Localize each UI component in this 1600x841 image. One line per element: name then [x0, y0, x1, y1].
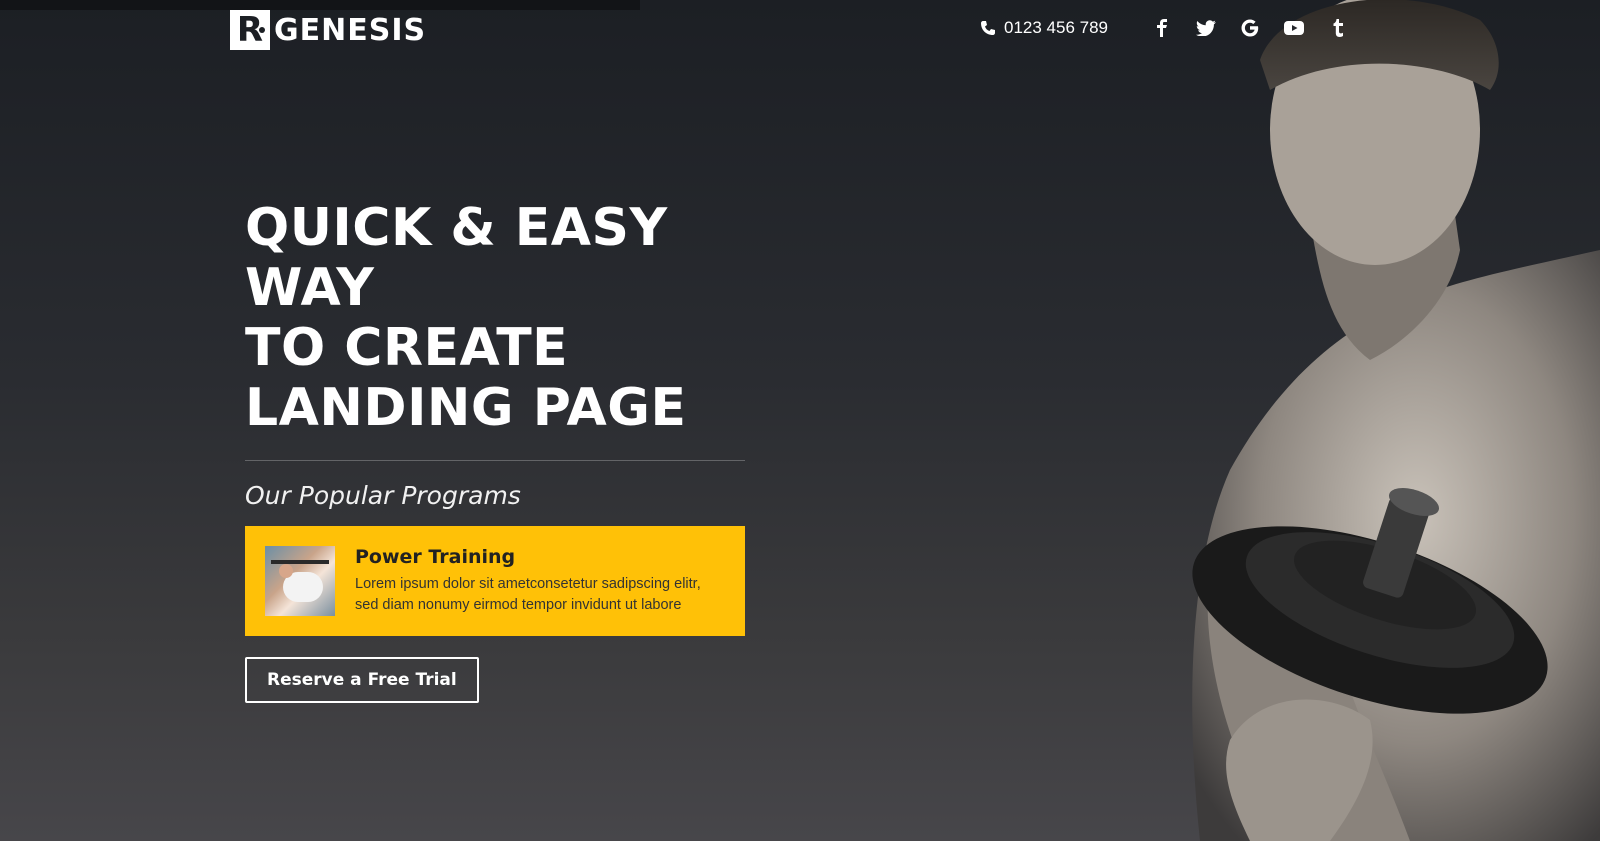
hero-section: QUICK & EASY WAY TO CREATE LANDING PAGE … [245, 198, 745, 703]
tumblr-icon[interactable] [1326, 16, 1350, 40]
facebook-icon[interactable] [1150, 16, 1174, 40]
programs-subtitle: Our Popular Programs [245, 481, 521, 510]
hero-title-line-2: TO CREATE [245, 318, 569, 378]
youtube-icon[interactable] [1282, 16, 1306, 40]
twitter-icon[interactable] [1194, 16, 1218, 40]
header-phone[interactable]: 0123 456 789 [980, 18, 1108, 38]
program-description: Lorem ipsum dolor sit ametconsetetur sad… [355, 576, 701, 613]
logo-text: GENESIS [274, 12, 427, 48]
phone-number: 0123 456 789 [1004, 18, 1108, 37]
logo-dot [259, 27, 265, 33]
reserve-trial-button[interactable]: Reserve a Free Trial [245, 657, 479, 703]
google-icon[interactable] [1238, 16, 1262, 40]
program-text: Power Training Lorem ipsum dolor sit ame… [355, 546, 725, 616]
hero-divider [245, 460, 745, 461]
program-title: Power Training [355, 546, 516, 568]
program-thumbnail [265, 546, 335, 616]
hero-athlete-image [1192, 0, 1600, 841]
program-card[interactable]: Power Training Lorem ipsum dolor sit ame… [245, 526, 745, 636]
phone-icon [981, 21, 995, 35]
site-header: R GENESIS 0123 456 789 [0, 0, 1600, 62]
site-logo[interactable]: R GENESIS [230, 9, 426, 51]
hero-title-line-1: QUICK & EASY WAY [245, 198, 668, 318]
logo-mark: R [230, 10, 270, 50]
hero-title-line-3: LANDING PAGE [245, 378, 687, 438]
social-links [1150, 16, 1350, 40]
hero-title: QUICK & EASY WAY TO CREATE LANDING PAGE [245, 198, 745, 438]
